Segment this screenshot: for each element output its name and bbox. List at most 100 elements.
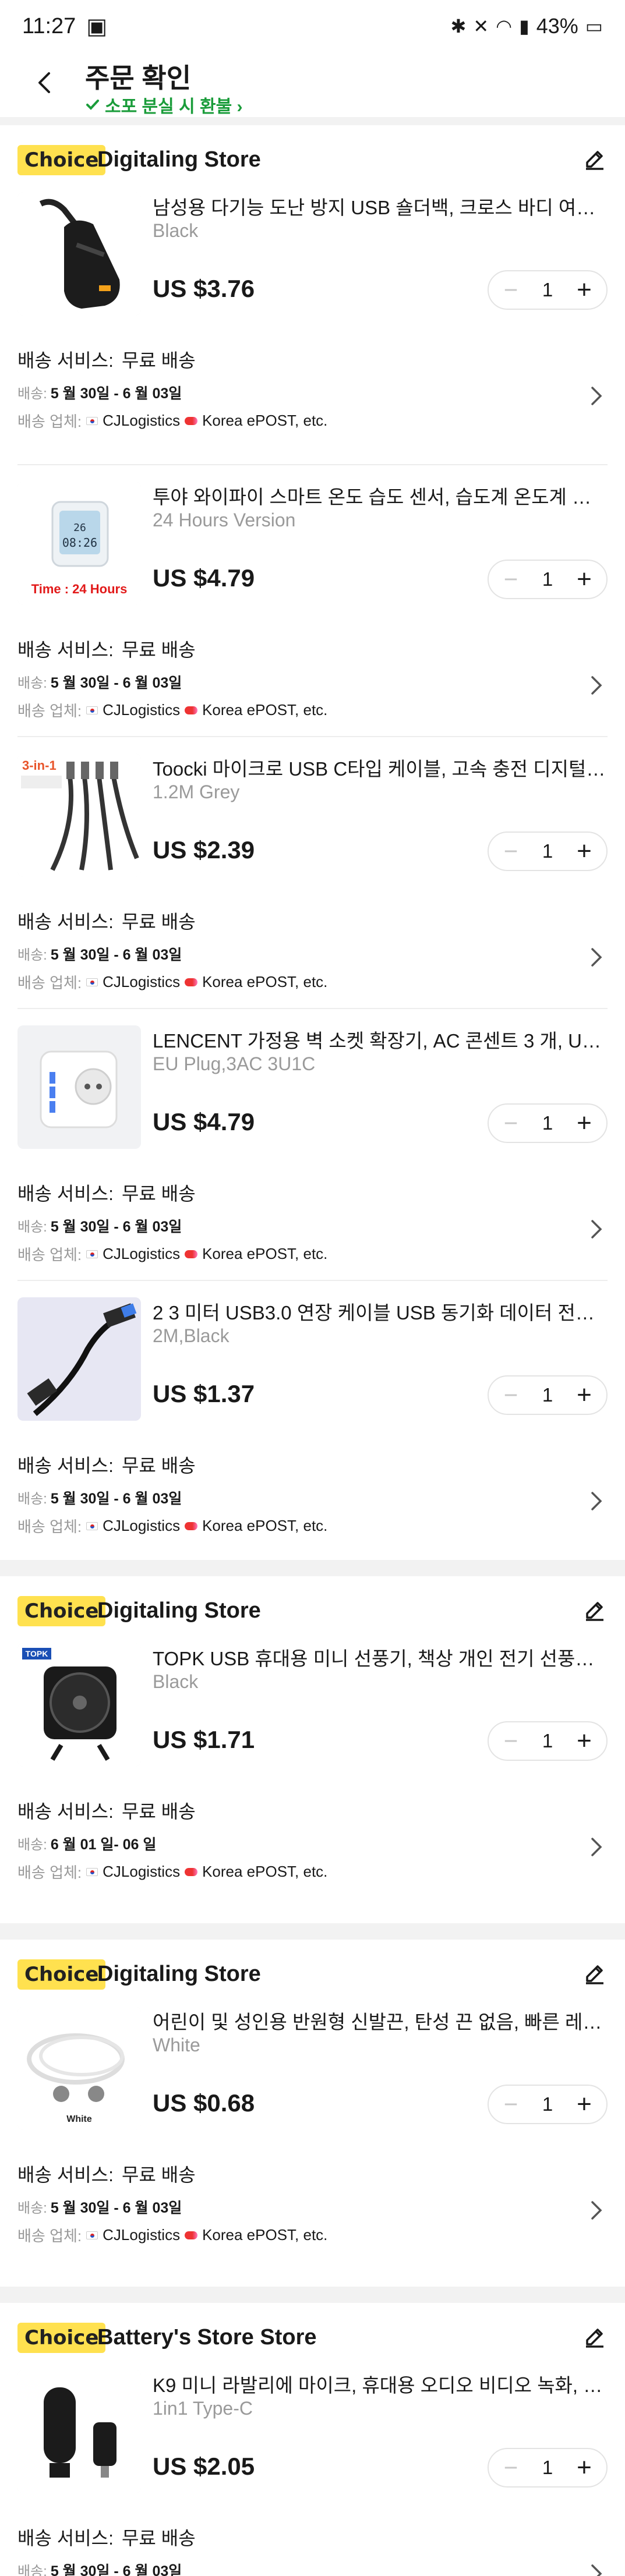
- product-variant[interactable]: 1.2M Grey: [153, 781, 239, 803]
- delivery-date: 배송: 5 월 30일 - 6 월 03일: [17, 943, 608, 964]
- korea-flag-icon: [86, 2231, 98, 2239]
- shipping-service-label: 배송 서비스:: [17, 911, 114, 932]
- increase-quantity-button[interactable]: +: [573, 2092, 596, 2117]
- store-name[interactable]: Digitaling Store: [97, 1962, 261, 1987]
- store-name[interactable]: Battery's Store Store: [97, 2325, 317, 2350]
- shipping-info[interactable]: 배송 서비스:무료 배송 배송:5 월 30일 - 6 월 03일 배송 업체:…: [17, 907, 608, 1012]
- decrease-quantity-button[interactable]: −: [499, 567, 522, 592]
- product-image[interactable]: [17, 1025, 141, 1149]
- product-title[interactable]: 투야 와이파이 스마트 온도 습도 센서, 습도계 온도계 백라이트: [153, 482, 607, 509]
- quantity-value[interactable]: 1: [542, 2457, 553, 2479]
- increase-quantity-button[interactable]: +: [573, 2455, 596, 2481]
- store-block: Choice Digitaling Store TOPK TOPK USB 휴대…: [0, 1576, 625, 1923]
- edit-icon[interactable]: [578, 143, 611, 175]
- chevron-right-icon[interactable]: [590, 2200, 608, 2223]
- quantity-stepper: − 1 +: [488, 270, 608, 310]
- quantity-value[interactable]: 1: [542, 2093, 553, 2115]
- decrease-quantity-button[interactable]: −: [499, 1729, 522, 1753]
- chevron-right-icon[interactable]: [590, 1837, 608, 1860]
- carrier-cj: CJLogistics: [103, 412, 181, 429]
- product-title[interactable]: 어린이 및 성인용 반원형 신발끈, 탄성 끈 없음, 빠른 레이지 금속 잠금: [153, 2007, 607, 2034]
- shipping-service: 배송 서비스: 무료 배송: [17, 1179, 608, 1206]
- shipping-info[interactable]: 배송 서비스:무료 배송 배송:5 월 30일 - 6 월 03일 배송 업체:…: [17, 346, 608, 451]
- product-image[interactable]: [17, 1297, 141, 1421]
- svg-text:Time : 24 Hours: Time : 24 Hours: [31, 582, 128, 596]
- korea-flag-icon: [86, 416, 98, 425]
- shipping-service-label: 배송 서비스:: [17, 1801, 114, 1822]
- increase-quantity-button[interactable]: +: [573, 1728, 596, 1754]
- chevron-right-icon[interactable]: [590, 385, 608, 409]
- chevron-right-icon[interactable]: [590, 675, 608, 698]
- increase-quantity-button[interactable]: +: [573, 1382, 596, 1408]
- product-title[interactable]: 2 3 미터 USB3.0 연장 케이블 USB 동기화 데이터 전송 전송 케…: [153, 1297, 607, 1325]
- chevron-right-icon[interactable]: [590, 1219, 608, 1242]
- refund-guarantee-link[interactable]: 소포 분실 시 환불 ›: [85, 92, 243, 118]
- chevron-right-icon[interactable]: [590, 2563, 608, 2576]
- decrease-quantity-button[interactable]: −: [499, 839, 522, 864]
- shipping-info[interactable]: 배송 서비스:무료 배송 배송:5 월 30일 - 6 월 03일 배송 업체:…: [17, 2160, 608, 2265]
- quantity-value[interactable]: 1: [542, 1112, 553, 1134]
- svg-text:TOPK: TOPK: [26, 1649, 48, 1658]
- store-name[interactable]: Digitaling Store: [97, 147, 261, 172]
- quantity-value[interactable]: 1: [542, 1730, 553, 1752]
- shipping-service-label: 배송 서비스:: [17, 1183, 114, 1204]
- quantity-value[interactable]: 1: [542, 568, 553, 590]
- carrier-label: 배송 업체:: [17, 2227, 82, 2245]
- store-block: Choice Digitaling Store White 어린이 및 성인용 …: [0, 1940, 625, 2287]
- product-image[interactable]: [17, 192, 141, 316]
- product-title[interactable]: 남성용 다기능 도난 방지 USB 숄더백, 크로스 바디 여행 슬링 백: [153, 192, 607, 220]
- shipping-info[interactable]: 배송 서비스:무료 배송 배송:5 월 30일 - 6 월 03일 배송 업체:…: [17, 635, 608, 740]
- shipping-info[interactable]: 배송 서비스:무료 배송 배송:5 월 30일 - 6 월 03일 배송 업체:…: [17, 2524, 608, 2576]
- product-title[interactable]: TOPK USB 휴대용 미니 선풍기, 책상 개인 전기 선풍기 테이블 선풍…: [153, 1643, 607, 1671]
- decrease-quantity-button[interactable]: −: [499, 1111, 522, 1135]
- increase-quantity-button[interactable]: +: [573, 1110, 596, 1136]
- product-variant[interactable]: Black: [153, 1671, 198, 1693]
- shipping-info[interactable]: 배송 서비스:무료 배송 배송:5 월 30일 - 6 월 03일 배송 업체:…: [17, 1451, 608, 1556]
- gallery-notification-icon: ▣: [86, 14, 108, 39]
- quantity-value[interactable]: 1: [542, 840, 553, 862]
- carrier-info: 배송 업체: CJLogistics Korea ePOST, etc.: [17, 1515, 608, 1537]
- product-title[interactable]: K9 미니 라발리에 마이크, 휴대용 오디오 비디오 녹화, 미니 라발리에: [153, 2370, 607, 2398]
- store-name[interactable]: Digitaling Store: [97, 1598, 261, 1623]
- product-variant[interactable]: White: [153, 2034, 200, 2056]
- choice-badge: Choice: [17, 1959, 106, 1990]
- back-button[interactable]: [30, 65, 59, 100]
- delivery-date: 배송: 5 월 30일 - 6 월 03일: [17, 382, 608, 403]
- shipping-info[interactable]: 배송 서비스: 무료 배송 배송: 6 월 01 일- 06 일 배송 업체: CJL…: [17, 1797, 608, 1902]
- decrease-quantity-button[interactable]: −: [499, 1383, 522, 1407]
- increase-quantity-button[interactable]: +: [573, 567, 596, 592]
- shipping-service: 배송 서비스: 무료 배송: [17, 2160, 608, 2187]
- product-variant[interactable]: 2M,Black: [153, 1325, 229, 1347]
- increase-quantity-button[interactable]: +: [573, 277, 596, 303]
- chevron-right-icon[interactable]: [590, 1491, 608, 1514]
- product-title[interactable]: LENCENT 가정용 벽 소켓 확장기, AC 콘센트 3 개, USB 포트: [153, 1025, 607, 1053]
- quantity-value[interactable]: 1: [542, 1384, 553, 1406]
- delivery-date-label: 배송:: [17, 675, 47, 691]
- product-variant[interactable]: 24 Hours Version: [153, 509, 295, 531]
- decrease-quantity-button[interactable]: −: [499, 2092, 522, 2117]
- shipping-info[interactable]: 배송 서비스:무료 배송 배송:5 월 30일 - 6 월 03일 배송 업체:…: [17, 1179, 608, 1284]
- edit-icon[interactable]: [578, 2320, 611, 2353]
- delivery-date-label: 배송:: [17, 2564, 47, 2576]
- decrease-quantity-button[interactable]: −: [499, 278, 522, 302]
- product-image[interactable]: 3-in-1: [17, 753, 141, 877]
- product-title[interactable]: Toocki 마이크로 USB C타입 케이블, 고속 충전 디지털 디스플레이: [153, 753, 607, 781]
- chevron-right-icon[interactable]: [590, 947, 608, 970]
- product-image[interactable]: [17, 2370, 141, 2493]
- edit-icon[interactable]: [578, 1594, 611, 1626]
- choice-badge: Choice: [17, 1596, 106, 1626]
- product-image[interactable]: White: [17, 2007, 141, 2130]
- product-variant[interactable]: 1in1 Type-C: [153, 2398, 253, 2419]
- product-variant[interactable]: EU Plug,3AC 3U1C: [153, 1053, 315, 1075]
- delivery-date-value: 5 월 30일 - 6 월 03일: [50, 2200, 182, 2216]
- choice-badge: Choice: [17, 145, 106, 175]
- product-variant[interactable]: Black: [153, 220, 198, 242]
- quantity-value[interactable]: 1: [542, 279, 553, 301]
- increase-quantity-button[interactable]: +: [573, 838, 596, 864]
- product-image[interactable]: 26 08:26 Time : 24 Hours: [17, 482, 141, 605]
- carrier-post: Korea ePOST, etc.: [202, 1245, 328, 1262]
- product-image[interactable]: TOPK: [17, 1643, 141, 1767]
- edit-icon[interactable]: [578, 1957, 611, 1990]
- decrease-quantity-button[interactable]: −: [499, 2455, 522, 2480]
- shipping-service-label: 배송 서비스:: [17, 639, 114, 660]
